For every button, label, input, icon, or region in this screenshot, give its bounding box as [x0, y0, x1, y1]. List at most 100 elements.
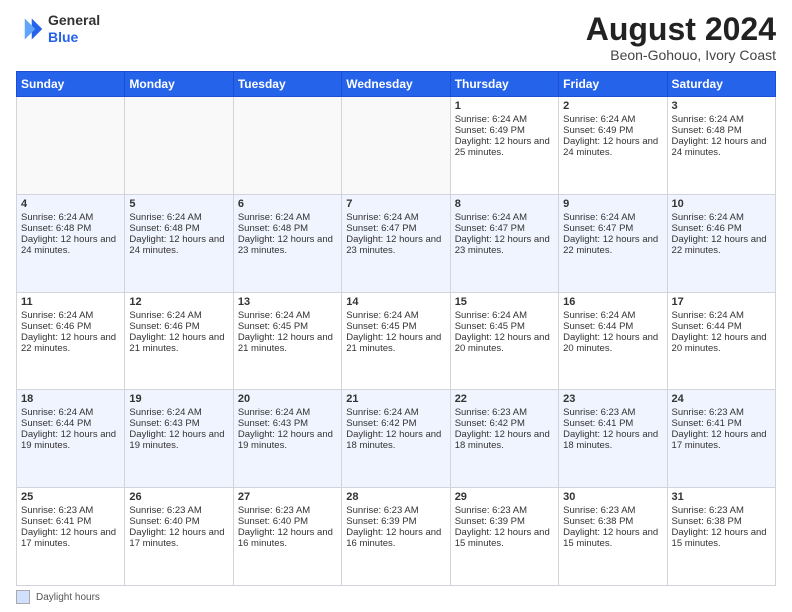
daylight-text: Daylight: 12 hours and 16 minutes. [238, 527, 333, 549]
calendar-cell: 21 Sunrise: 6:24 AM Sunset: 6:42 PM Dayl… [342, 390, 450, 488]
day-number: 10 [672, 198, 771, 210]
sunrise-text: Sunrise: 6:24 AM [238, 212, 310, 223]
daylight-text: Daylight: 12 hours and 24 minutes. [21, 234, 116, 256]
day-number: 27 [238, 491, 337, 503]
day-number: 26 [129, 491, 228, 503]
sunset-text: Sunset: 6:38 PM [563, 516, 633, 527]
sunset-text: Sunset: 6:48 PM [21, 223, 91, 234]
day-number: 3 [672, 100, 771, 112]
sunrise-text: Sunrise: 6:24 AM [346, 310, 418, 321]
sunset-text: Sunset: 6:42 PM [346, 418, 416, 429]
calendar-cell: 20 Sunrise: 6:24 AM Sunset: 6:43 PM Dayl… [233, 390, 341, 488]
sunrise-text: Sunrise: 6:24 AM [563, 114, 635, 125]
title-section: August 2024 Beon-Gohouo, Ivory Coast [586, 12, 776, 63]
calendar-cell: 14 Sunrise: 6:24 AM Sunset: 6:45 PM Dayl… [342, 292, 450, 390]
daylight-text: Daylight: 12 hours and 23 minutes. [346, 234, 441, 256]
sunset-text: Sunset: 6:44 PM [21, 418, 91, 429]
calendar-cell: 8 Sunrise: 6:24 AM Sunset: 6:47 PM Dayli… [450, 194, 558, 292]
daylight-text: Daylight: 12 hours and 20 minutes. [455, 332, 550, 354]
sunset-text: Sunset: 6:46 PM [21, 321, 91, 332]
header: General Blue August 2024 Beon-Gohouo, Iv… [16, 12, 776, 63]
daylight-text: Daylight: 12 hours and 23 minutes. [455, 234, 550, 256]
calendar-cell: 6 Sunrise: 6:24 AM Sunset: 6:48 PM Dayli… [233, 194, 341, 292]
sunset-text: Sunset: 6:48 PM [238, 223, 308, 234]
sunrise-text: Sunrise: 6:23 AM [238, 505, 310, 516]
daylight-text: Daylight: 12 hours and 22 minutes. [563, 234, 658, 256]
day-number: 1 [455, 100, 554, 112]
calendar-cell: 25 Sunrise: 6:23 AM Sunset: 6:41 PM Dayl… [17, 488, 125, 586]
day-number: 20 [238, 393, 337, 405]
sunset-text: Sunset: 6:45 PM [455, 321, 525, 332]
day-number: 9 [563, 198, 662, 210]
sunset-text: Sunset: 6:46 PM [672, 223, 742, 234]
sunrise-text: Sunrise: 6:23 AM [672, 505, 744, 516]
logo-general: General [48, 12, 100, 29]
calendar-cell [125, 97, 233, 195]
sunrise-text: Sunrise: 6:24 AM [672, 114, 744, 125]
calendar-cell: 1 Sunrise: 6:24 AM Sunset: 6:49 PM Dayli… [450, 97, 558, 195]
footer: Daylight hours [16, 590, 776, 604]
calendar-cell: 26 Sunrise: 6:23 AM Sunset: 6:40 PM Dayl… [125, 488, 233, 586]
sunrise-text: Sunrise: 6:24 AM [238, 310, 310, 321]
day-of-week-header: Monday [125, 72, 233, 97]
sunrise-text: Sunrise: 6:24 AM [346, 212, 418, 223]
sunset-text: Sunset: 6:41 PM [563, 418, 633, 429]
sunrise-text: Sunrise: 6:23 AM [129, 505, 201, 516]
sunrise-text: Sunrise: 6:24 AM [455, 310, 527, 321]
calendar-cell: 12 Sunrise: 6:24 AM Sunset: 6:46 PM Dayl… [125, 292, 233, 390]
day-number: 30 [563, 491, 662, 503]
calendar-cell: 29 Sunrise: 6:23 AM Sunset: 6:39 PM Dayl… [450, 488, 558, 586]
calendar-cell: 17 Sunrise: 6:24 AM Sunset: 6:44 PM Dayl… [667, 292, 775, 390]
day-number: 31 [672, 491, 771, 503]
logo-icon [16, 15, 44, 43]
day-number: 23 [563, 393, 662, 405]
daylight-text: Daylight: 12 hours and 24 minutes. [563, 136, 658, 158]
calendar-table: SundayMondayTuesdayWednesdayThursdayFrid… [16, 71, 776, 586]
calendar-cell [233, 97, 341, 195]
calendar-cell: 15 Sunrise: 6:24 AM Sunset: 6:45 PM Dayl… [450, 292, 558, 390]
calendar-cell: 11 Sunrise: 6:24 AM Sunset: 6:46 PM Dayl… [17, 292, 125, 390]
calendar-cell: 7 Sunrise: 6:24 AM Sunset: 6:47 PM Dayli… [342, 194, 450, 292]
day-of-week-header: Friday [559, 72, 667, 97]
days-of-week-row: SundayMondayTuesdayWednesdayThursdayFrid… [17, 72, 776, 97]
daylight-text: Daylight: 12 hours and 17 minutes. [21, 527, 116, 549]
sunrise-text: Sunrise: 6:23 AM [346, 505, 418, 516]
daylight-text: Daylight: 12 hours and 25 minutes. [455, 136, 550, 158]
calendar-cell: 10 Sunrise: 6:24 AM Sunset: 6:46 PM Dayl… [667, 194, 775, 292]
page: General Blue August 2024 Beon-Gohouo, Iv… [0, 0, 792, 612]
sunrise-text: Sunrise: 6:24 AM [21, 407, 93, 418]
sunrise-text: Sunrise: 6:24 AM [238, 407, 310, 418]
sunset-text: Sunset: 6:39 PM [346, 516, 416, 527]
day-number: 13 [238, 296, 337, 308]
calendar-week-row: 25 Sunrise: 6:23 AM Sunset: 6:41 PM Dayl… [17, 488, 776, 586]
day-of-week-header: Sunday [17, 72, 125, 97]
sunset-text: Sunset: 6:40 PM [129, 516, 199, 527]
day-number: 24 [672, 393, 771, 405]
calendar-cell: 24 Sunrise: 6:23 AM Sunset: 6:41 PM Dayl… [667, 390, 775, 488]
day-of-week-header: Tuesday [233, 72, 341, 97]
calendar-week-row: 11 Sunrise: 6:24 AM Sunset: 6:46 PM Dayl… [17, 292, 776, 390]
calendar-cell: 2 Sunrise: 6:24 AM Sunset: 6:49 PM Dayli… [559, 97, 667, 195]
sunrise-text: Sunrise: 6:23 AM [563, 505, 635, 516]
sunrise-text: Sunrise: 6:24 AM [672, 212, 744, 223]
daylight-text: Daylight: 12 hours and 20 minutes. [672, 332, 767, 354]
calendar-cell [342, 97, 450, 195]
sunset-text: Sunset: 6:42 PM [455, 418, 525, 429]
daylight-text: Daylight: 12 hours and 15 minutes. [563, 527, 658, 549]
logo-blue: Blue [48, 29, 100, 46]
daylight-text: Daylight: 12 hours and 18 minutes. [563, 429, 658, 451]
calendar-cell: 27 Sunrise: 6:23 AM Sunset: 6:40 PM Dayl… [233, 488, 341, 586]
sunrise-text: Sunrise: 6:24 AM [455, 114, 527, 125]
sunset-text: Sunset: 6:47 PM [346, 223, 416, 234]
sunset-text: Sunset: 6:41 PM [21, 516, 91, 527]
calendar-cell: 22 Sunrise: 6:23 AM Sunset: 6:42 PM Dayl… [450, 390, 558, 488]
calendar-cell: 16 Sunrise: 6:24 AM Sunset: 6:44 PM Dayl… [559, 292, 667, 390]
sunrise-text: Sunrise: 6:23 AM [672, 407, 744, 418]
calendar-cell: 18 Sunrise: 6:24 AM Sunset: 6:44 PM Dayl… [17, 390, 125, 488]
daylight-text: Daylight: 12 hours and 16 minutes. [346, 527, 441, 549]
day-number: 15 [455, 296, 554, 308]
daylight-text: Daylight: 12 hours and 23 minutes. [238, 234, 333, 256]
calendar-week-row: 18 Sunrise: 6:24 AM Sunset: 6:44 PM Dayl… [17, 390, 776, 488]
day-number: 8 [455, 198, 554, 210]
day-number: 11 [21, 296, 120, 308]
